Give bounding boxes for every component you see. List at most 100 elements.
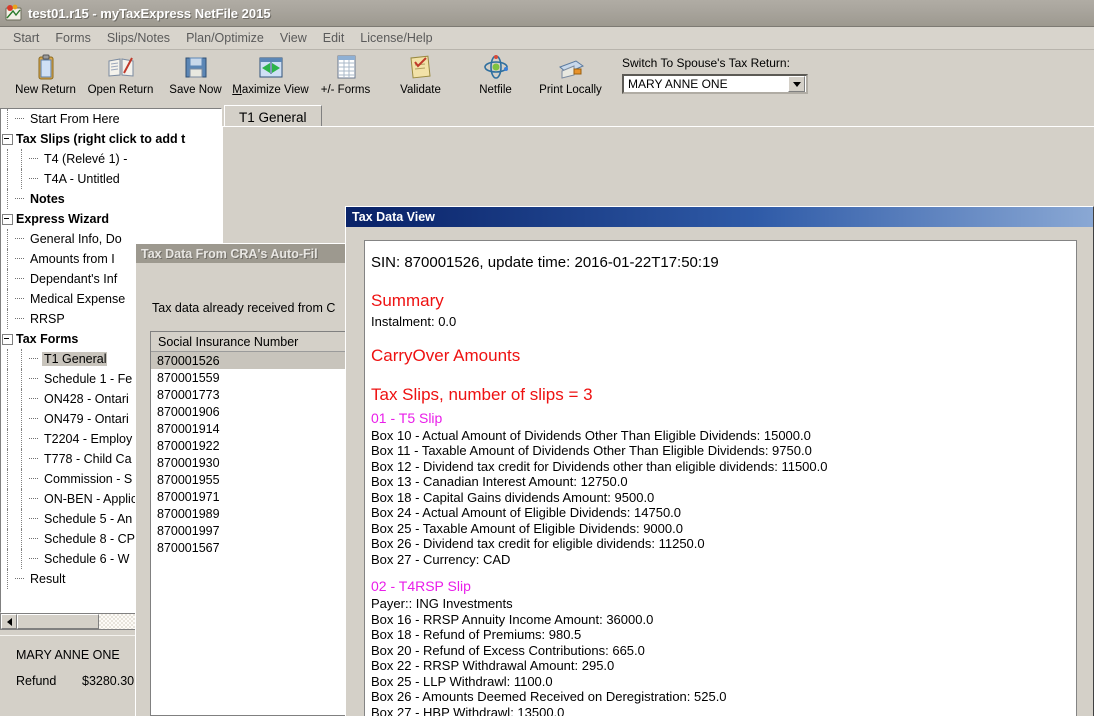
tax-data-line: Box 22 - RRSP Withdrawal Amount: 295.0 [371,658,615,673]
print-locally-label: Print Locally [539,84,602,96]
tree-indent-guide [15,389,29,409]
tree-indent-guide [15,169,29,189]
sin-list-item[interactable]: 870001567 [151,539,349,556]
sidebar-item-label: T4A - Untitled [44,172,120,186]
sin-list-rows: 870001526 870001559 870001773 870001906 8700… [151,352,349,556]
cra-autofill-dialog[interactable]: Tax Data From CRA's Auto-Fil Tax data al… [135,243,350,716]
plus-minus-forms-button[interactable]: +/- Forms [308,50,383,102]
sin-list-item[interactable]: 870001906 [151,403,349,420]
print-locally-button[interactable]: Print Locally [533,50,608,102]
tax-data-line: SIN: 870001526, update time: 2016-01-22T… [371,254,719,271]
menu-view[interactable]: View [272,29,315,47]
sidebar-item[interactable]: Notes [1,189,221,209]
menu-slips-notes[interactable]: Slips/Notes [99,29,178,47]
tree-indent-guide [15,369,29,389]
tree-leaf-connector-icon [29,549,42,569]
validate-button[interactable]: Validate [383,50,458,102]
sin-list[interactable]: Social Insurance Number 870001526 8700015… [150,331,349,716]
tree-leaf-connector-icon [29,469,42,489]
tree-indent-guide [15,349,29,369]
tree-collapse-icon[interactable] [1,329,14,349]
atom-icon [481,53,511,82]
spouse-select[interactable]: MARY ANNE ONE [622,74,808,94]
menu-edit[interactable]: Edit [315,29,353,47]
sidebar-item-label: Notes [30,192,65,206]
app-logo-icon [5,4,23,22]
tax-data-line: Box 25 - LLP Withdrawl: 1100.0 [371,673,553,689]
sidebar-item[interactable]: Express Wizard [1,209,221,229]
tax-data-line-spacer [369,369,1076,382]
sin-list-item[interactable]: 870001971 [151,488,349,505]
tax-data-line: Box 20 - Refund of Excess Contributions:… [371,642,645,658]
sidebar-item-label: Schedule 5 - An [44,512,133,526]
sin-list-item[interactable]: 870001773 [151,386,349,403]
sin-list-item[interactable]: 870001930 [151,454,349,471]
sidebar-item[interactable]: Tax Slips (right click to add t [1,129,221,149]
tab-t1-general[interactable]: T1 General [224,105,322,127]
maximize-view-button[interactable]: Maximize View [232,50,309,102]
menu-start[interactable]: Start [5,29,47,47]
tree-leaf-connector-icon [29,429,42,449]
plus-minus-forms-label: +/- Forms [320,84,371,96]
sin-list-item[interactable]: 870001955 [151,471,349,488]
tax-data-line-spacer [369,567,1076,576]
new-return-button[interactable]: New Return [8,50,83,102]
sin-list-item[interactable]: 870001922 [151,437,349,454]
spouse-switch-area: Switch To Spouse's Tax Return: MARY ANNE… [622,50,808,94]
sin-list-item[interactable]: 870001914 [151,420,349,437]
scroll-thumb[interactable] [17,614,99,629]
sidebar-item[interactable]: T4 (Relevé 1) - [1,149,221,169]
title-bar: test01.r15 - myTaxExpress NetFile 2015 [0,0,1094,27]
chevron-down-icon[interactable] [788,76,805,92]
sidebar-item-label: Medical Expense [30,292,126,306]
sidebar-item-label: Schedule 1 - Fe [44,372,133,386]
open-book-icon [106,53,136,82]
tree-indent-guide [1,309,15,329]
tax-data-line: Box 26 - Amounts Deemed Received on Dere… [371,689,727,704]
tree-collapse-icon[interactable] [1,129,14,149]
tax-data-slip-heading: 02 - T4RSP Slip [371,578,471,594]
tree-indent-guide [1,149,15,169]
tree-leaf-connector-icon [15,189,28,209]
tree-leaf-connector-icon [15,269,28,289]
menu-forms[interactable]: Forms [47,29,98,47]
tree-indent-guide [15,489,29,509]
tax-data-line-spacer [369,330,1076,343]
open-return-button[interactable]: Open Return [83,50,158,102]
tree-indent-guide [15,409,29,429]
tree-leaf-connector-icon [29,489,42,509]
refund-value: $3280.30 [82,674,135,688]
tree-leaf-connector-icon [15,109,28,129]
menu-plan-optimize[interactable]: Plan/Optimize [178,29,272,47]
tree-indent-guide [1,469,15,489]
refund-label: Refund [16,674,57,688]
tax-data-section-heading: Tax Slips, number of slips = 3 [371,384,593,404]
tax-data-line: Box 11 - Taxable Amount of Dividends Oth… [371,443,812,458]
sidebar-item-label: T1 General [42,352,107,366]
scroll-left-arrow-icon[interactable] [1,614,17,629]
sin-list-item[interactable]: 870001989 [151,505,349,522]
tree-indent-guide [1,409,15,429]
sin-list-item[interactable]: 870001997 [151,522,349,539]
spouse-switch-label: Switch To Spouse's Tax Return: [622,56,790,70]
tax-data-line: Payer:: ING Investments [371,596,513,611]
sidebar-item[interactable]: T4A - Untitled [1,169,221,189]
menu-license-help[interactable]: License/Help [352,29,440,47]
tree-indent-guide [15,529,29,549]
tree-leaf-connector-icon [15,569,28,589]
maximize-view-label: Maximize View [232,84,309,96]
tax-data-line: Box 26 - Dividend tax credit for eligibl… [371,536,705,551]
sin-list-item[interactable]: 870001559 [151,369,349,386]
sidebar-item[interactable]: Start From Here [1,109,221,129]
tax-data-view-dialog[interactable]: Tax Data View SIN: 870001526, update tim… [345,206,1094,716]
table-grid-icon [331,53,361,82]
tree-indent-guide [1,109,15,129]
new-return-label: New Return [15,84,76,96]
save-now-button[interactable]: Save Now [158,50,233,102]
sin-list-item[interactable]: 870001526 [151,352,349,369]
tax-data-view-content[interactable]: SIN: 870001526, update time: 2016-01-22T… [364,240,1077,716]
spouse-select-value: MARY ANNE ONE [628,77,728,91]
netfile-button[interactable]: Netfile [458,50,533,102]
tree-leaf-connector-icon [29,169,42,189]
tree-collapse-icon[interactable] [1,209,14,229]
